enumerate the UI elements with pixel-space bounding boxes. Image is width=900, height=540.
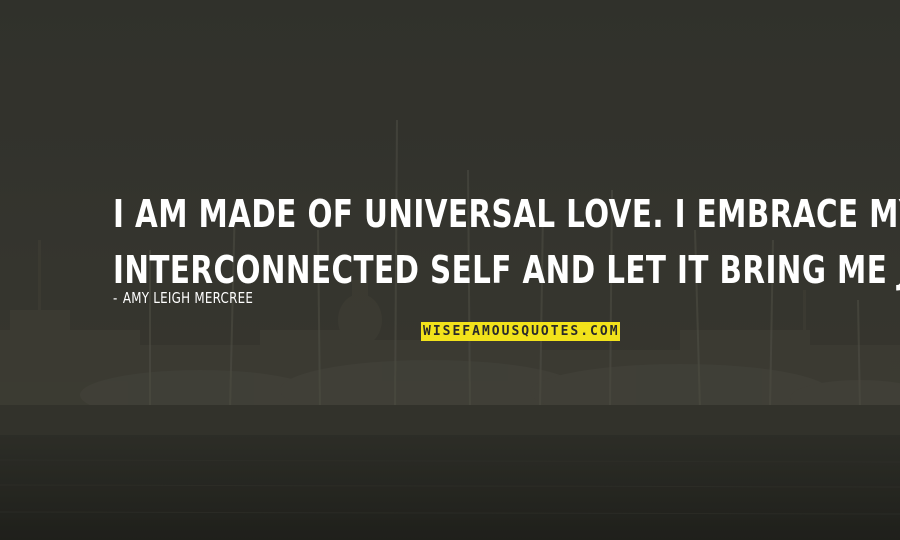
author-dash: - (113, 289, 118, 307)
watermark-text: WISEFAMOUSQUOTES.COM (423, 324, 620, 339)
quote-line: I AM MADE OF UNIVERSAL LOVE. I EMBRACE M… (113, 192, 900, 236)
quote-card: I AM MADE OF UNIVERSAL LOVE. I EMBRACE M… (0, 0, 900, 540)
watermark-logo: WISEFAMOUSQUOTES.COM (421, 322, 620, 341)
author-name: AMY LEIGH MERCREE (122, 289, 254, 307)
author-attribution: - AMY LEIGH MERCREE (113, 289, 253, 307)
quote-text: I AM MADE OF UNIVERSAL LOVE. I EMBRACE M… (113, 186, 900, 298)
